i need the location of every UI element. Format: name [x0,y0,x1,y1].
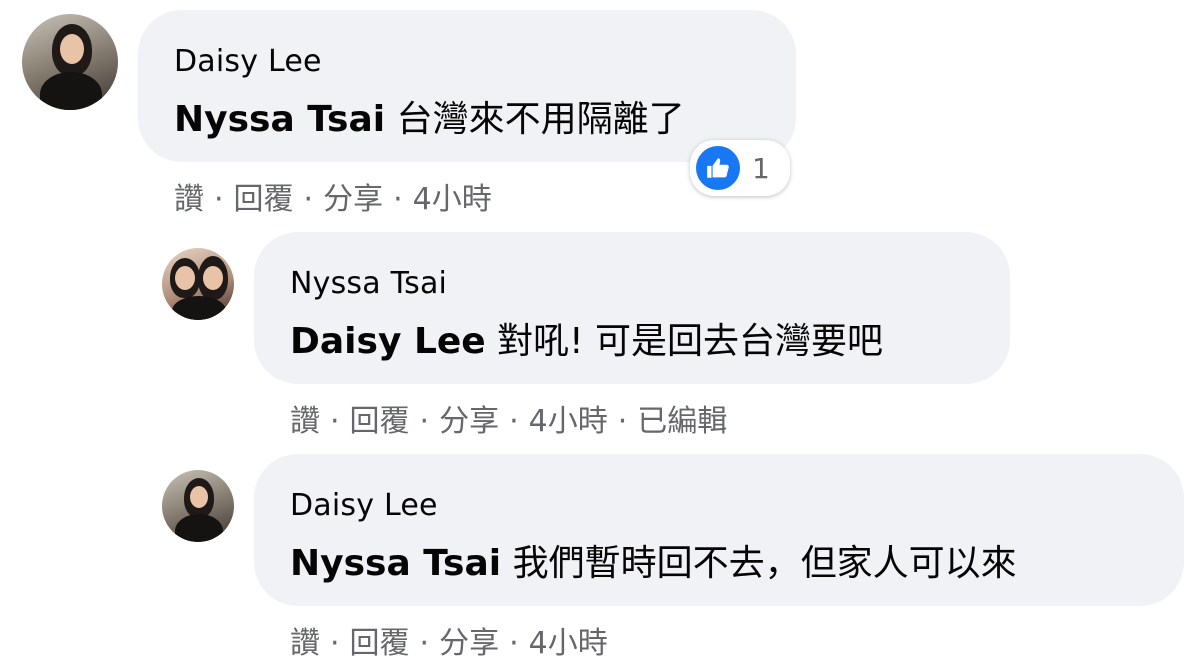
comment-body: 對吼! 可是回去台灣要吧 [497,321,884,362]
comment-text: Nyssa Tsai 我們暫時回不去，但家人可以來 [290,534,1017,586]
separator: · [419,626,430,661]
share-button[interactable]: 分享 [323,174,383,218]
comment-author[interactable]: Daisy Lee [290,488,438,523]
timestamp-link[interactable]: 4小時 [529,396,608,440]
separator: · [509,626,519,661]
mention-link[interactable]: Daisy Lee [290,321,486,362]
separator: · [617,404,628,439]
reaction-count: 1 [752,151,770,185]
like-button[interactable]: 讚 [174,174,204,218]
separator: · [419,404,430,439]
reply-button[interactable]: 回覆 [350,618,410,662]
avatar[interactable] [22,14,118,110]
separator: · [303,182,314,217]
like-button[interactable]: 讚 [290,618,320,662]
timestamp-link[interactable]: 4小時 [529,618,608,662]
timestamp-link[interactable]: 4小時 [413,174,492,218]
comment-text: Daisy Lee 對吼! 可是回去台灣要吧 [290,312,883,364]
mention-link[interactable]: Nyssa Tsai [174,99,385,140]
share-button[interactable]: 分享 [439,396,499,440]
comment-text: Nyssa Tsai 台灣來不用隔離了 [174,90,685,142]
reply-button[interactable]: 回覆 [234,174,294,218]
comment-author[interactable]: Daisy Lee [174,44,322,79]
comment-actions: 讚 · 回覆 · 分享 · 4小時 · 已編輯 [290,396,727,440]
comment-body: 台灣來不用隔離了 [396,99,685,140]
share-button[interactable]: 分享 [439,618,499,662]
avatar[interactable] [162,470,234,542]
separator: · [509,404,519,439]
separator: · [214,182,224,217]
reaction-badge[interactable]: 1 [690,140,790,196]
comment-actions: 讚 · 回覆 · 分享 · 4小時 [290,618,608,662]
reply-button[interactable]: 回覆 [350,396,410,440]
avatar[interactable] [162,248,234,320]
separator: · [330,626,340,661]
mention-link[interactable]: Nyssa Tsai [290,543,501,584]
comment-actions: 讚 · 回覆 · 分享 · 4小時 [174,174,492,218]
comment-author[interactable]: Nyssa Tsai [290,266,447,301]
thumbs-up-icon [696,146,740,190]
edited-label[interactable]: 已編輯 [637,396,727,440]
separator: · [393,182,403,217]
comment-body: 我們暫時回不去，但家人可以來 [512,543,1017,584]
separator: · [330,404,340,439]
like-button[interactable]: 讚 [290,396,320,440]
